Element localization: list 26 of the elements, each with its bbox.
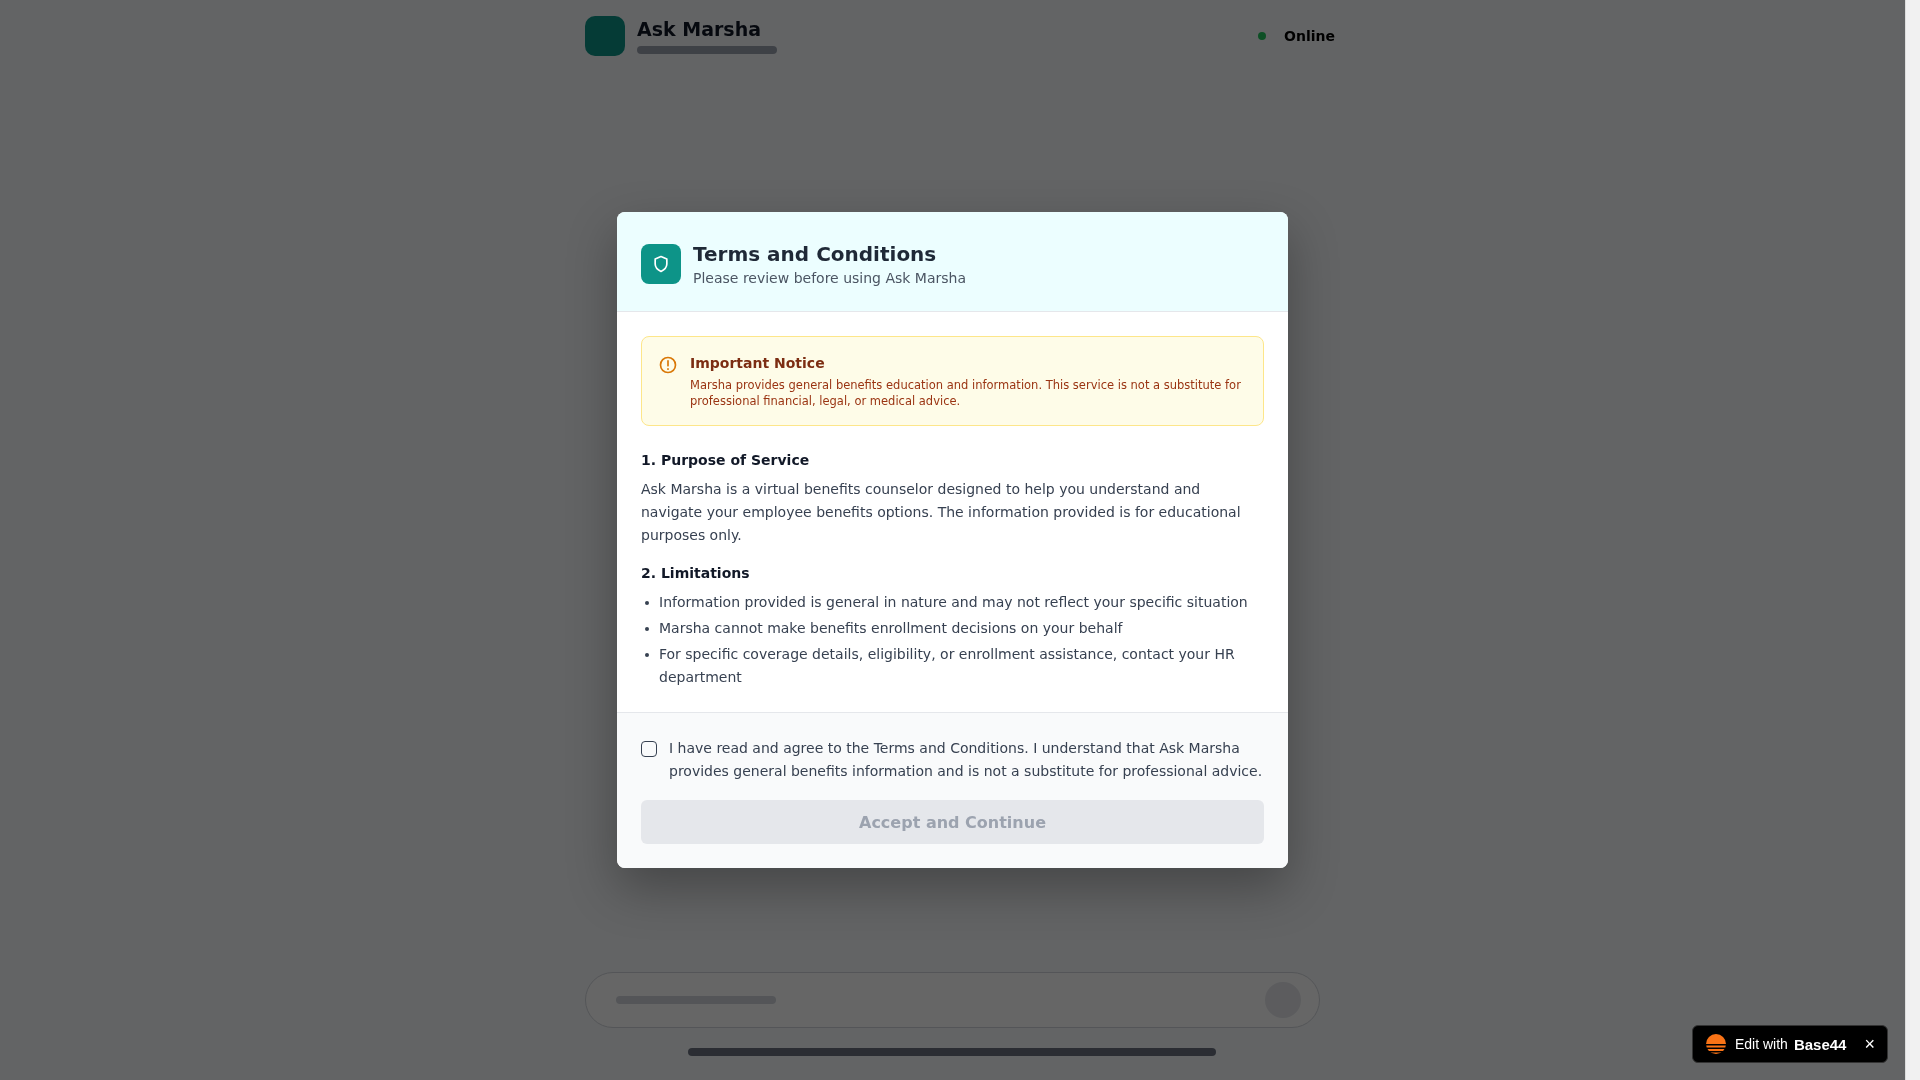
section-text: Ask Marsha is a virtual benefits counselor designed to help you understand and navigate your employee benefits options. The information provided is for educational purposes only. xyxy=(641,480,1242,545)
shield-icon xyxy=(641,244,681,284)
scrollbar[interactable] xyxy=(1905,0,1920,1080)
brand-name: Base44 xyxy=(1793,1035,1847,1053)
list-item: Information provided is general in nature and may not reflect your specific situation xyxy=(659,593,1248,612)
badge-label: Edit with xyxy=(1735,1036,1788,1052)
status-label: Online xyxy=(1284,28,1335,44)
notice-text: Marsha provides general benefits education and information. This service is not a substitute for professional financial, legal, or medical advice. xyxy=(690,377,1242,409)
close-button[interactable]: × xyxy=(1864,1033,1875,1055)
dialog-subtitle: Please review before using Ask Marsha xyxy=(693,270,966,286)
edit-badge[interactable]: Edit with Base44 × xyxy=(1692,1025,1888,1063)
bullet-icon xyxy=(645,601,649,605)
list-item: Marsha cannot make benefits enrollment decisions on your behalf xyxy=(659,619,1123,638)
list-item: For specific coverage details, eligibility, or enrollment assistance, contact your HR department xyxy=(659,645,1236,687)
agree-checkbox[interactable] xyxy=(641,741,657,757)
bullet-icon xyxy=(645,653,649,657)
section-heading: 1. Purpose of Service xyxy=(641,452,811,468)
dialog-title: Terms and Conditions xyxy=(693,242,938,266)
app-title: Ask Marsha xyxy=(637,18,763,40)
app-logo-icon xyxy=(585,16,625,56)
notice-title: Important Notice xyxy=(690,355,826,371)
alert-icon xyxy=(658,355,678,375)
status-dot xyxy=(1258,32,1267,40)
section-heading: 2. Limitations xyxy=(641,565,751,581)
agreement-text: I have read and agree to the Terms and Conditions. I understand that Ask Marsha provides general benefits information and is not a substitute for professional advice. xyxy=(669,739,1264,781)
bullet-icon xyxy=(645,627,649,631)
